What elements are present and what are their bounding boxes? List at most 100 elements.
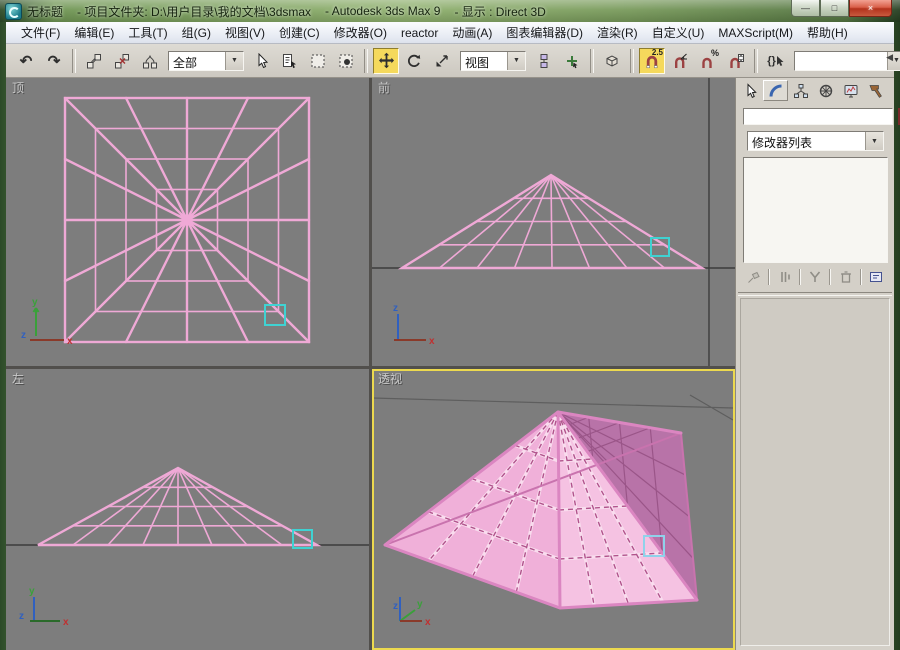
dropdown-button[interactable]: ▼ [865,132,883,150]
menubar: 文件(F) 编辑(E) 工具(T) 组(G) 视图(V) 创建(C) 修改器(O… [6,22,894,44]
rectangular-selection-region-button[interactable] [305,48,331,74]
bind-to-space-warp-button[interactable] [137,48,163,74]
space-warp-icon [143,54,157,68]
snap-mode-label: 2.5 [651,47,663,57]
axis-x-label: x [67,336,73,347]
axis-x-label: x [63,617,69,628]
menu-edit[interactable]: 编辑(E) [67,22,121,43]
menu-create[interactable]: 创建(C) [272,22,327,43]
tab-motion[interactable] [813,80,838,101]
command-panel: 修改器列表 ▼ [735,78,900,650]
select-and-scale-button[interactable] [429,48,455,74]
tab-create[interactable] [738,80,763,101]
window-crossing-toggle-button[interactable] [333,48,359,74]
viewport-top[interactable]: 顶 y x z [6,78,369,366]
viewport-front[interactable]: 前 z x [372,78,735,366]
window-crossing-icon [339,54,353,67]
selection-filter-dropdown[interactable]: 全部 ▼ [168,50,244,71]
axis-x-label: x [429,336,435,347]
menu-reactor[interactable]: reactor [394,24,445,42]
edit-named-selection-sets-button[interactable]: {} [763,48,789,74]
show-end-result-button[interactable] [775,268,795,286]
maximize-icon: □ [831,3,838,13]
redo-button[interactable]: ↷ [41,48,67,74]
close-button[interactable]: × [849,0,892,17]
snap-toggle-button[interactable]: 2.5 [639,47,665,74]
menu-group[interactable]: 组(G) [175,22,218,43]
remove-modifier-button[interactable] [836,268,856,286]
modifier-stack-list[interactable] [743,157,888,263]
viewport-perspective[interactable]: 透视 z y x [372,369,735,650]
viewport-front-label[interactable]: 前 [378,79,390,96]
viewport-left[interactable]: 左 y x z [6,369,369,650]
menu-maxscript[interactable]: MAXScript(M) [711,24,800,42]
modifier-list-dropdown[interactable]: 修改器列表 ▼ [747,131,884,151]
select-and-rotate-button[interactable] [401,48,427,74]
undo-icon: ↶ [19,52,33,70]
maximize-button[interactable]: □ [820,0,849,17]
tab-utilities[interactable] [863,80,888,101]
keyboard-shortcut-override-button[interactable] [599,48,625,74]
axis-z-label: z [21,330,26,341]
toolbar-separator [590,48,594,73]
dropdown-button[interactable]: ▼ [225,51,243,70]
angle-snap-toggle-button[interactable] [667,48,693,74]
viewport-left-label[interactable]: 左 [12,370,24,387]
tab-modify[interactable] [763,80,788,101]
menu-file[interactable]: 文件(F) [14,22,67,43]
undo-button[interactable]: ↶ [13,48,39,74]
toolbar-scroll-arrow[interactable]: ◀ [886,52,893,63]
percent-snap-toggle-button[interactable]: % [695,48,721,74]
menu-customize[interactable]: 自定义(U) [645,22,712,43]
select-and-move-button[interactable] [373,47,399,74]
tab-hierarchy[interactable] [788,80,813,101]
dropdown-button[interactable]: ▼ [507,51,525,70]
named-selection-sets-dropdown[interactable]: ▼ [794,50,900,71]
move-icon [378,52,394,69]
select-and-manipulate-button[interactable] [559,48,585,74]
hierarchy-icon [793,83,808,98]
select-object-button[interactable] [249,48,275,74]
menu-tools[interactable]: 工具(T) [121,22,174,43]
axis-tripod: z y x [393,597,431,628]
selection-filter-value: 全部 [173,55,198,70]
select-by-name-button[interactable] [277,48,303,74]
modify-icon [769,84,782,97]
titlebar[interactable]: 无标题 - 项目文件夹: D:\用户目录\我的文档\3dsmax - Autod… [0,0,900,22]
show-end-result-icon [780,272,790,282]
select-and-link-button[interactable] [81,48,107,74]
title-project-folder: - 项目文件夹: D:\用户目录\我的文档\3dsmax [77,4,312,19]
front-viewport-canvas[interactable]: z x [372,78,735,366]
configure-modifier-sets-button[interactable] [866,268,886,286]
unlink-selection-button[interactable] [109,48,135,74]
separator [798,269,801,285]
make-unique-icon [809,271,821,282]
menu-help[interactable]: 帮助(H) [800,22,855,43]
select-by-name-icon [283,53,296,68]
perspective-viewport-canvas[interactable]: z y x [372,369,735,650]
make-unique-button[interactable] [805,268,825,286]
command-panel-tabs [738,80,892,103]
cube-icon [606,54,618,67]
viewport-top-label[interactable]: 顶 [12,79,24,96]
object-name-field[interactable] [743,107,893,125]
menu-animation[interactable]: 动画(A) [445,22,499,43]
use-pivot-point-center-button[interactable] [531,48,557,74]
reference-coordinate-system-dropdown[interactable]: 视图 ▼ [460,50,526,71]
axis-z-label: z [393,303,398,314]
pivot-center-icon [540,53,548,68]
left-viewport-canvas[interactable]: y x z [6,369,369,650]
menu-modifiers[interactable]: 修改器(O) [327,22,394,43]
application-window: 文件(F) 编辑(E) 工具(T) 组(G) 视图(V) 创建(C) 修改器(O… [6,22,900,650]
spinner-snap-toggle-button[interactable] [723,48,749,74]
menu-rendering[interactable]: 渲染(R) [590,22,645,43]
viewport-perspective-label[interactable]: 透视 [378,370,402,387]
minimize-button[interactable]: — [791,0,820,17]
tab-display[interactable] [838,80,863,101]
top-viewport-canvas[interactable]: y x z [6,78,369,366]
pin-stack-button[interactable] [744,268,764,286]
menu-graph-editors[interactable]: 图表编辑器(D) [499,22,590,43]
pin-icon [748,271,760,283]
menu-views[interactable]: 视图(V) [218,22,272,43]
marquee-icon [311,54,325,67]
